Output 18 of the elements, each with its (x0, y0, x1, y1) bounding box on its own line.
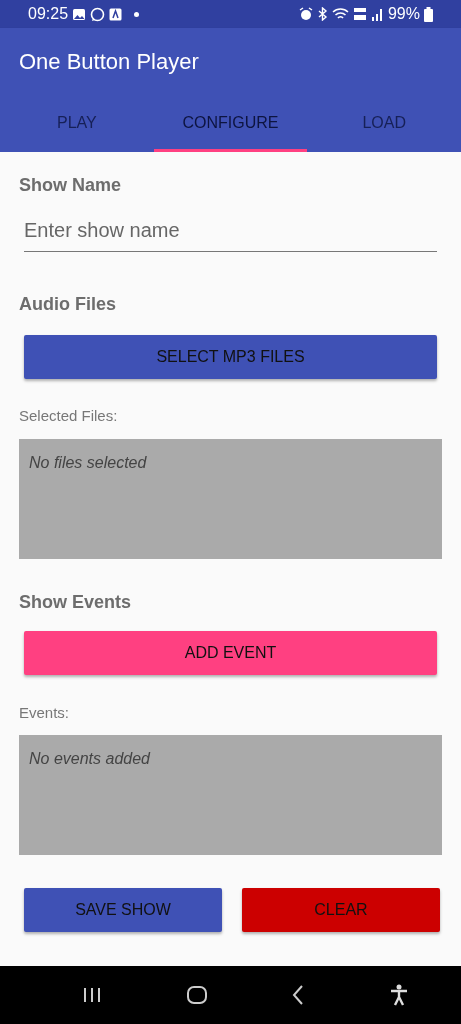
clear-button[interactable]: CLEAR (242, 888, 440, 932)
empty-message: No files selected (29, 453, 147, 471)
list-label: Selected Files: (19, 406, 119, 426)
status-time: 09:25 (28, 4, 69, 24)
section-label: Audio Files (19, 293, 117, 316)
tab[interactable]: CONFIGURE (154, 95, 307, 152)
section-label: Show Name (19, 174, 123, 197)
tab[interactable]: LOAD (307, 95, 461, 152)
show-name-field[interactable]: Enter show name (24, 211, 437, 252)
add-event-button[interactable]: ADD EVENT (24, 630, 437, 675)
app-title: One Button Player (19, 48, 199, 76)
save-button[interactable]: SAVE SHOW (24, 888, 222, 932)
empty-message: No events added (29, 750, 150, 767)
tab[interactable]: PLAY (0, 95, 154, 152)
select-files-button[interactable]: SELECT MP3 FILES (24, 335, 437, 379)
section-label: Show Events (19, 590, 133, 614)
battery-percent: 99% (387, 4, 420, 24)
list-label: Events: (19, 702, 71, 723)
